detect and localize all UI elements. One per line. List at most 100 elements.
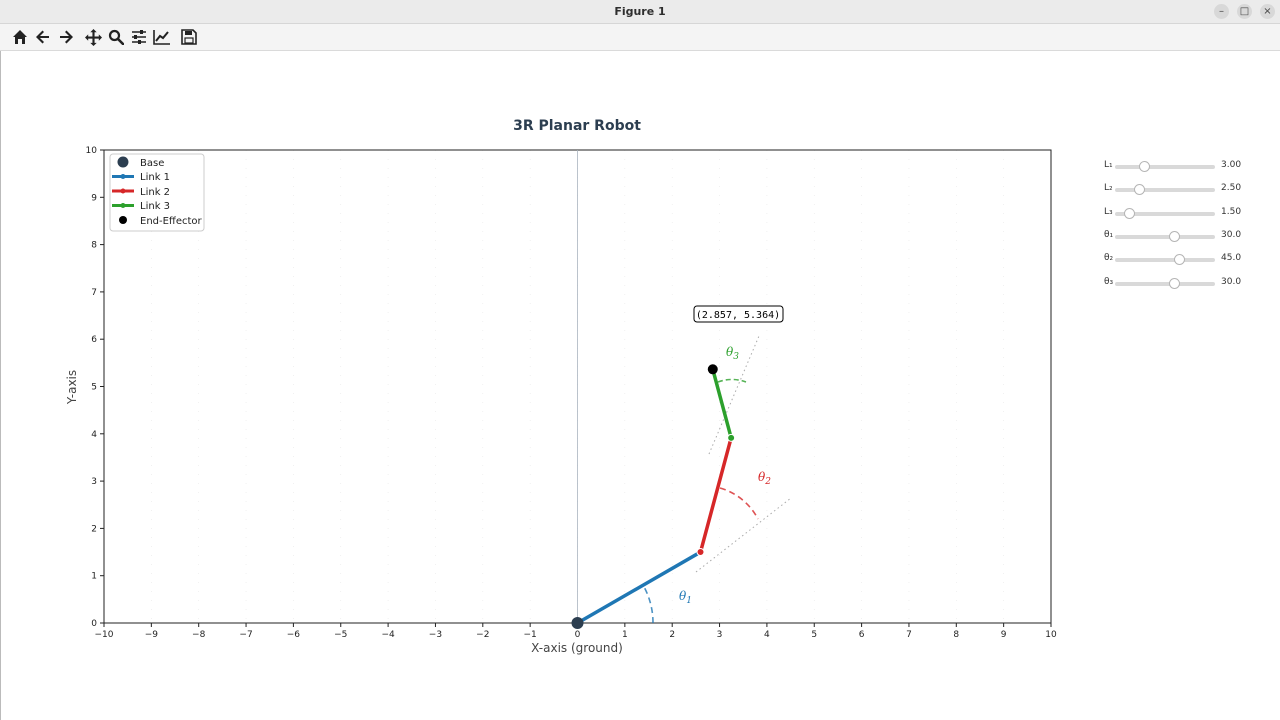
base-point — [571, 617, 584, 629]
slider-value: 45.0 — [1221, 253, 1242, 263]
x-tick-label: 8 — [953, 630, 959, 640]
theta1-arc — [642, 584, 654, 624]
slider-label: L₁ — [1104, 160, 1113, 170]
slider-knob[interactable] — [1169, 278, 1180, 289]
slider-label: θ₃ — [1104, 277, 1114, 287]
joint-3-point — [727, 433, 736, 442]
link-2-line — [698, 436, 733, 554]
slider-value: 30.0 — [1221, 230, 1242, 240]
legend-link3-marker — [120, 203, 126, 208]
y-tick-label: 7 — [91, 288, 97, 298]
y-tick-label: 0 — [91, 619, 97, 629]
slider-theta3[interactable]: θ₃ 30.0 — [1101, 277, 1251, 291]
slider-value: 1.50 — [1221, 207, 1242, 217]
theta3-arc — [717, 378, 747, 383]
back-button[interactable] — [33, 28, 53, 46]
zoom-icon — [108, 29, 124, 45]
x-tick-label: 3 — [717, 630, 723, 640]
legend-link1-marker — [120, 174, 126, 179]
link-1-line — [575, 550, 703, 625]
slider-label: L₂ — [1104, 183, 1113, 193]
x-tick-label: 2 — [669, 630, 675, 640]
x-tick-label: 5 — [811, 630, 817, 640]
slider-knob[interactable] — [1124, 208, 1135, 219]
legend: Base Link 1 Link 2 Link 3 End-Effector — [109, 153, 205, 232]
y-tick-label: 3 — [91, 477, 97, 487]
x-tick-label: −10 — [95, 630, 114, 640]
slider-value: 3.00 — [1221, 160, 1242, 170]
slider-track[interactable] — [1115, 161, 1215, 172]
y-tick-label: 10 — [86, 146, 98, 156]
chart-title: 3R Planar Robot — [513, 118, 641, 134]
x-tick-label: −9 — [145, 630, 159, 640]
y-tick-label: 4 — [91, 430, 97, 440]
legend-base-marker — [117, 156, 129, 168]
y-tick-label: 2 — [91, 524, 97, 534]
home-button[interactable] — [10, 28, 30, 46]
slider-knob[interactable] — [1169, 231, 1180, 242]
maximize-button[interactable]: □ — [1237, 4, 1252, 19]
legend-ee-label: End-Effector — [140, 216, 203, 227]
y-tick-label: 5 — [91, 383, 97, 393]
edit-axes-button[interactable] — [152, 28, 172, 46]
y-axis-label: Y-axis — [65, 370, 79, 405]
edit-axes-icon — [153, 30, 170, 45]
legend-link3-label: Link 3 — [140, 201, 170, 212]
y-tick-label: 6 — [91, 335, 97, 345]
x-tick-label: 1 — [622, 630, 628, 640]
minimize-button[interactable]: – — [1214, 4, 1229, 19]
legend-link1-label: Link 1 — [140, 172, 170, 183]
theta1-label: θ1 — [679, 589, 692, 606]
x-tick-label: 6 — [859, 630, 865, 640]
x-tick-label: 4 — [764, 630, 770, 640]
figure-canvas[interactable]: 3R Planar Robot −10 −9 −8 −7 −6 −5 −4 −3 −2 −1 0 1 2… — [0, 51, 1280, 720]
slider-theta2[interactable]: θ₂ 45.0 — [1101, 253, 1251, 267]
slider-track[interactable] — [1115, 184, 1215, 195]
pan-button[interactable] — [83, 28, 103, 46]
slider-l1[interactable]: L₁ 3.00 — [1101, 160, 1251, 174]
y-tick-label: 9 — [91, 193, 97, 203]
x-tick-label: 9 — [1001, 630, 1007, 640]
slider-value: 2.50 — [1221, 183, 1242, 193]
slider-knob[interactable] — [1139, 161, 1150, 172]
x-tick-label: −3 — [429, 630, 442, 640]
slider-track[interactable] — [1115, 231, 1215, 242]
forward-button[interactable] — [56, 28, 76, 46]
slider-label: θ₂ — [1104, 253, 1114, 263]
slider-track[interactable] — [1115, 208, 1215, 219]
save-icon — [181, 29, 197, 45]
y-tick-label: 1 — [91, 572, 97, 582]
y-ticks: 0 1 2 3 4 5 6 7 8 9 10 — [86, 146, 104, 629]
slider-l3[interactable]: L₃ 1.50 — [1101, 207, 1251, 221]
legend-ee-marker — [119, 216, 127, 224]
x-tick-label: −4 — [381, 630, 395, 640]
home-icon — [13, 30, 27, 44]
close-button[interactable]: × — [1260, 4, 1275, 19]
configure-subplots-button[interactable] — [129, 28, 149, 46]
slider-l2[interactable]: L₂ 2.50 — [1101, 183, 1251, 197]
y-tick-label: 8 — [91, 241, 97, 251]
navigation-toolbar — [0, 24, 1280, 51]
slider-theta1[interactable]: θ₁ 30.0 — [1101, 230, 1251, 244]
end-effector-point — [707, 364, 718, 375]
slider-track[interactable] — [1115, 254, 1215, 265]
window-title: Figure 1 — [614, 5, 666, 18]
x-tick-label: −8 — [192, 630, 206, 640]
end-effector-annotation: (2.857, 5.364) — [696, 310, 780, 321]
slider-track[interactable] — [1115, 278, 1215, 289]
x-axis-label: X-axis (ground) — [531, 641, 623, 655]
x-tick-label: −6 — [287, 630, 301, 640]
joint-2-point — [696, 548, 705, 557]
x-tick-label: −2 — [476, 630, 489, 640]
slider-label: θ₁ — [1104, 230, 1114, 240]
slider-knob[interactable] — [1174, 254, 1185, 265]
zoom-button[interactable] — [106, 28, 126, 46]
save-button[interactable] — [179, 28, 199, 46]
pan-icon — [84, 28, 102, 46]
plot-area[interactable]: 3R Planar Robot −10 −9 −8 −7 −6 −5 −4 −3 −2 −1 0 1 2… — [1, 51, 1280, 720]
x-tick-label: −5 — [334, 630, 347, 640]
back-icon — [36, 30, 49, 44]
forward-icon — [60, 30, 73, 44]
slider-knob[interactable] — [1134, 184, 1145, 195]
legend-link2-marker — [120, 188, 126, 194]
